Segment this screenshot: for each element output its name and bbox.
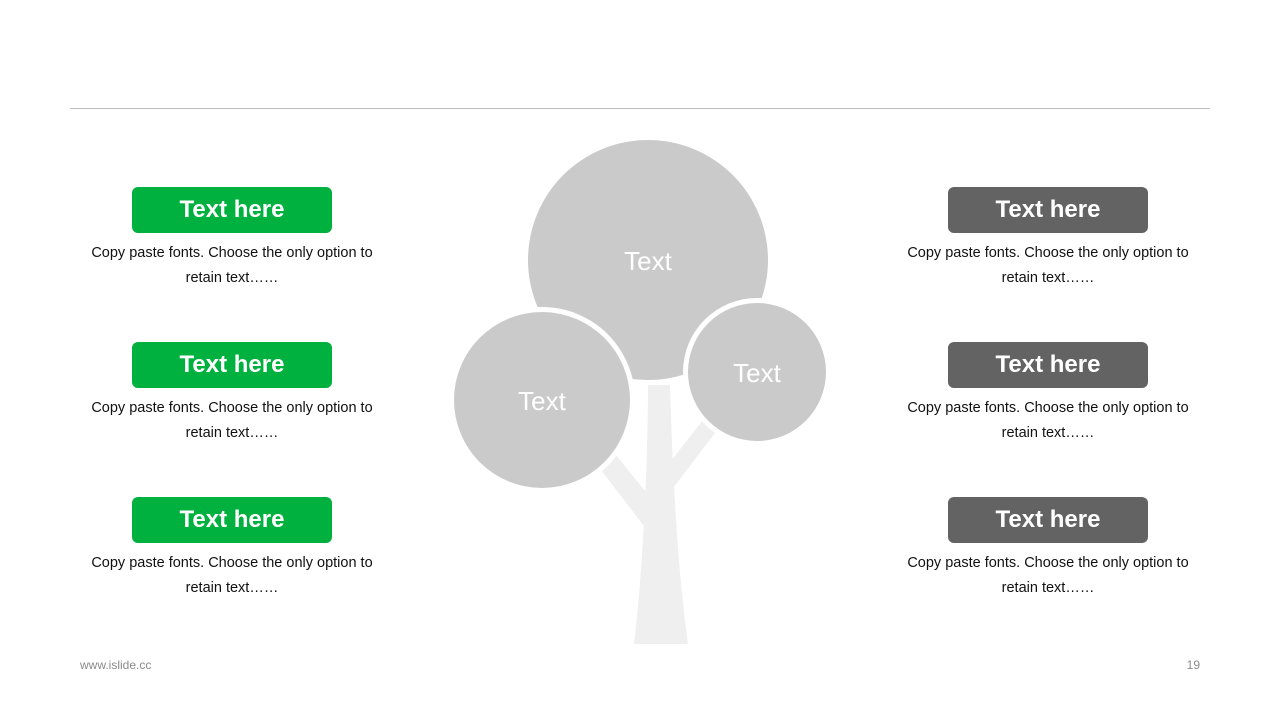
page-number: 19 xyxy=(1186,658,1200,672)
right-item-1: Text here Copy paste fonts. Choose the o… xyxy=(898,187,1198,291)
left-item-3-description: Copy paste fonts. Choose the only option… xyxy=(91,555,373,596)
left-item-3-title-button[interactable]: Text here xyxy=(132,497,332,543)
left-item-2: Text here Copy paste fonts. Choose the o… xyxy=(82,342,382,446)
header-divider xyxy=(70,108,1210,109)
right-item-1-description: Copy paste fonts. Choose the only option… xyxy=(907,245,1189,286)
footer-website[interactable]: www.islide.cc xyxy=(80,658,151,672)
left-item-2-title-button[interactable]: Text here xyxy=(132,342,332,388)
right-circle-group: Text xyxy=(683,298,831,446)
left-item-1: Text here Copy paste fonts. Choose the o… xyxy=(82,187,382,291)
left-item-1-description: Copy paste fonts. Choose the only option… xyxy=(91,245,373,286)
right-item-3-title-button[interactable]: Text here xyxy=(948,497,1148,543)
right-item-2-title-button[interactable]: Text here xyxy=(948,342,1148,388)
left-item-3: Text here Copy paste fonts. Choose the o… xyxy=(82,497,382,601)
tree-diagram: Text Text Text xyxy=(449,140,831,644)
left-item-1-title-button[interactable]: Text here xyxy=(132,187,332,233)
right-item-3: Text here Copy paste fonts. Choose the o… xyxy=(898,497,1198,601)
right-item-2-description: Copy paste fonts. Choose the only option… xyxy=(907,400,1189,441)
right-item-3-description: Copy paste fonts. Choose the only option… xyxy=(907,555,1189,596)
right-circle-label: Text xyxy=(733,358,781,388)
right-item-2: Text here Copy paste fonts. Choose the o… xyxy=(898,342,1198,446)
top-circle-label: Text xyxy=(624,246,672,276)
left-circle-group: Text xyxy=(449,307,635,493)
left-circle-label: Text xyxy=(518,386,566,416)
right-item-1-title-button[interactable]: Text here xyxy=(948,187,1148,233)
left-item-2-description: Copy paste fonts. Choose the only option… xyxy=(91,400,373,441)
